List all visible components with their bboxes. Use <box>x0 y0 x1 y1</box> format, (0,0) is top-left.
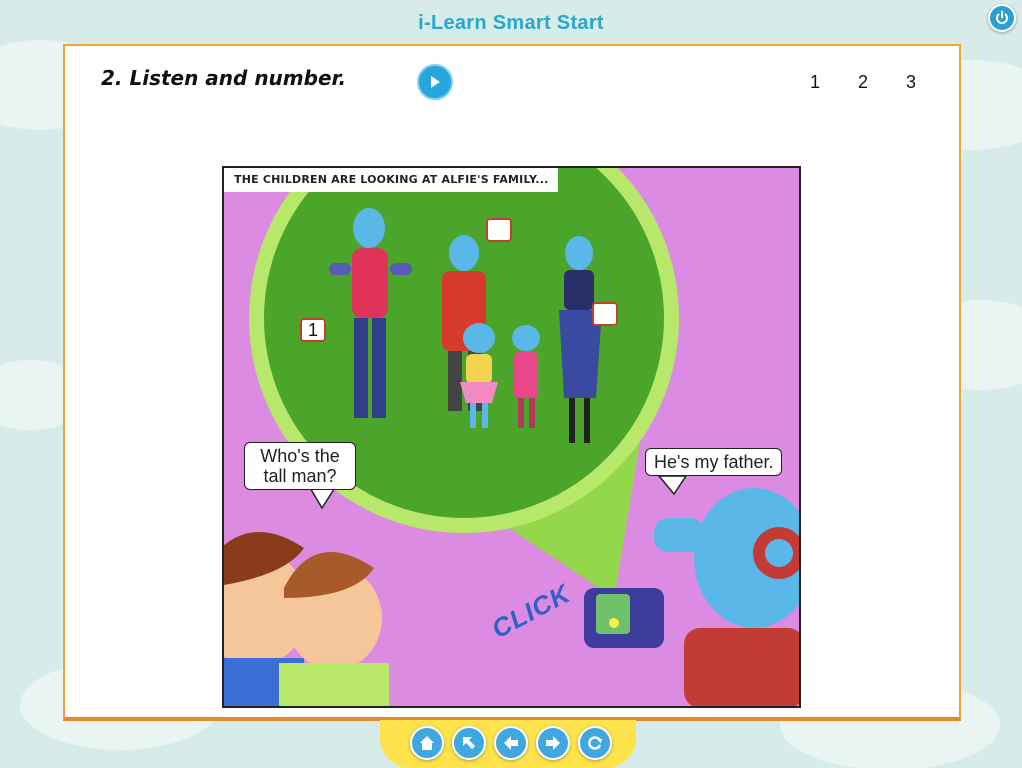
answer-box[interactable] <box>592 302 618 326</box>
back-to-top-button[interactable] <box>452 726 486 760</box>
exercise-panel: 2. Listen and number. 1 2 3 THE CHILDREN… <box>63 44 961 721</box>
comic-caption: THE CHILDREN ARE LOOKING AT ALFIE'S FAMI… <box>224 168 559 192</box>
answer-box[interactable]: 1 <box>300 318 326 342</box>
page-number[interactable]: 1 <box>805 72 825 93</box>
next-button[interactable] <box>536 726 570 760</box>
previous-button[interactable] <box>494 726 528 760</box>
app-title: i-Learn Smart Start <box>418 12 604 34</box>
navigation-bar <box>380 720 636 768</box>
power-button[interactable] <box>988 4 1016 32</box>
arrow-up-left-icon <box>463 737 475 749</box>
refresh-button[interactable] <box>578 726 612 760</box>
page-number[interactable]: 3 <box>901 72 921 93</box>
page-number[interactable]: 2 <box>853 72 873 93</box>
home-button[interactable] <box>410 726 444 760</box>
comic-illustration: THE CHILDREN ARE LOOKING AT ALFIE'S FAMI… <box>222 166 801 708</box>
answer-box[interactable] <box>486 218 512 242</box>
arrow-left-icon <box>504 736 518 750</box>
speech-bubble-answer: He's my father. <box>645 448 783 476</box>
arrow-right-icon <box>546 736 560 750</box>
power-icon <box>996 10 1008 24</box>
home-icon <box>420 736 434 750</box>
page-selector: 1 2 3 <box>805 72 921 93</box>
play-audio-button[interactable] <box>417 64 453 100</box>
play-icon <box>431 76 440 88</box>
refresh-icon <box>588 736 602 750</box>
exercise-instruction: 2. Listen and number. <box>101 66 347 90</box>
speech-bubble-question: Who's the tall man? <box>244 442 356 490</box>
